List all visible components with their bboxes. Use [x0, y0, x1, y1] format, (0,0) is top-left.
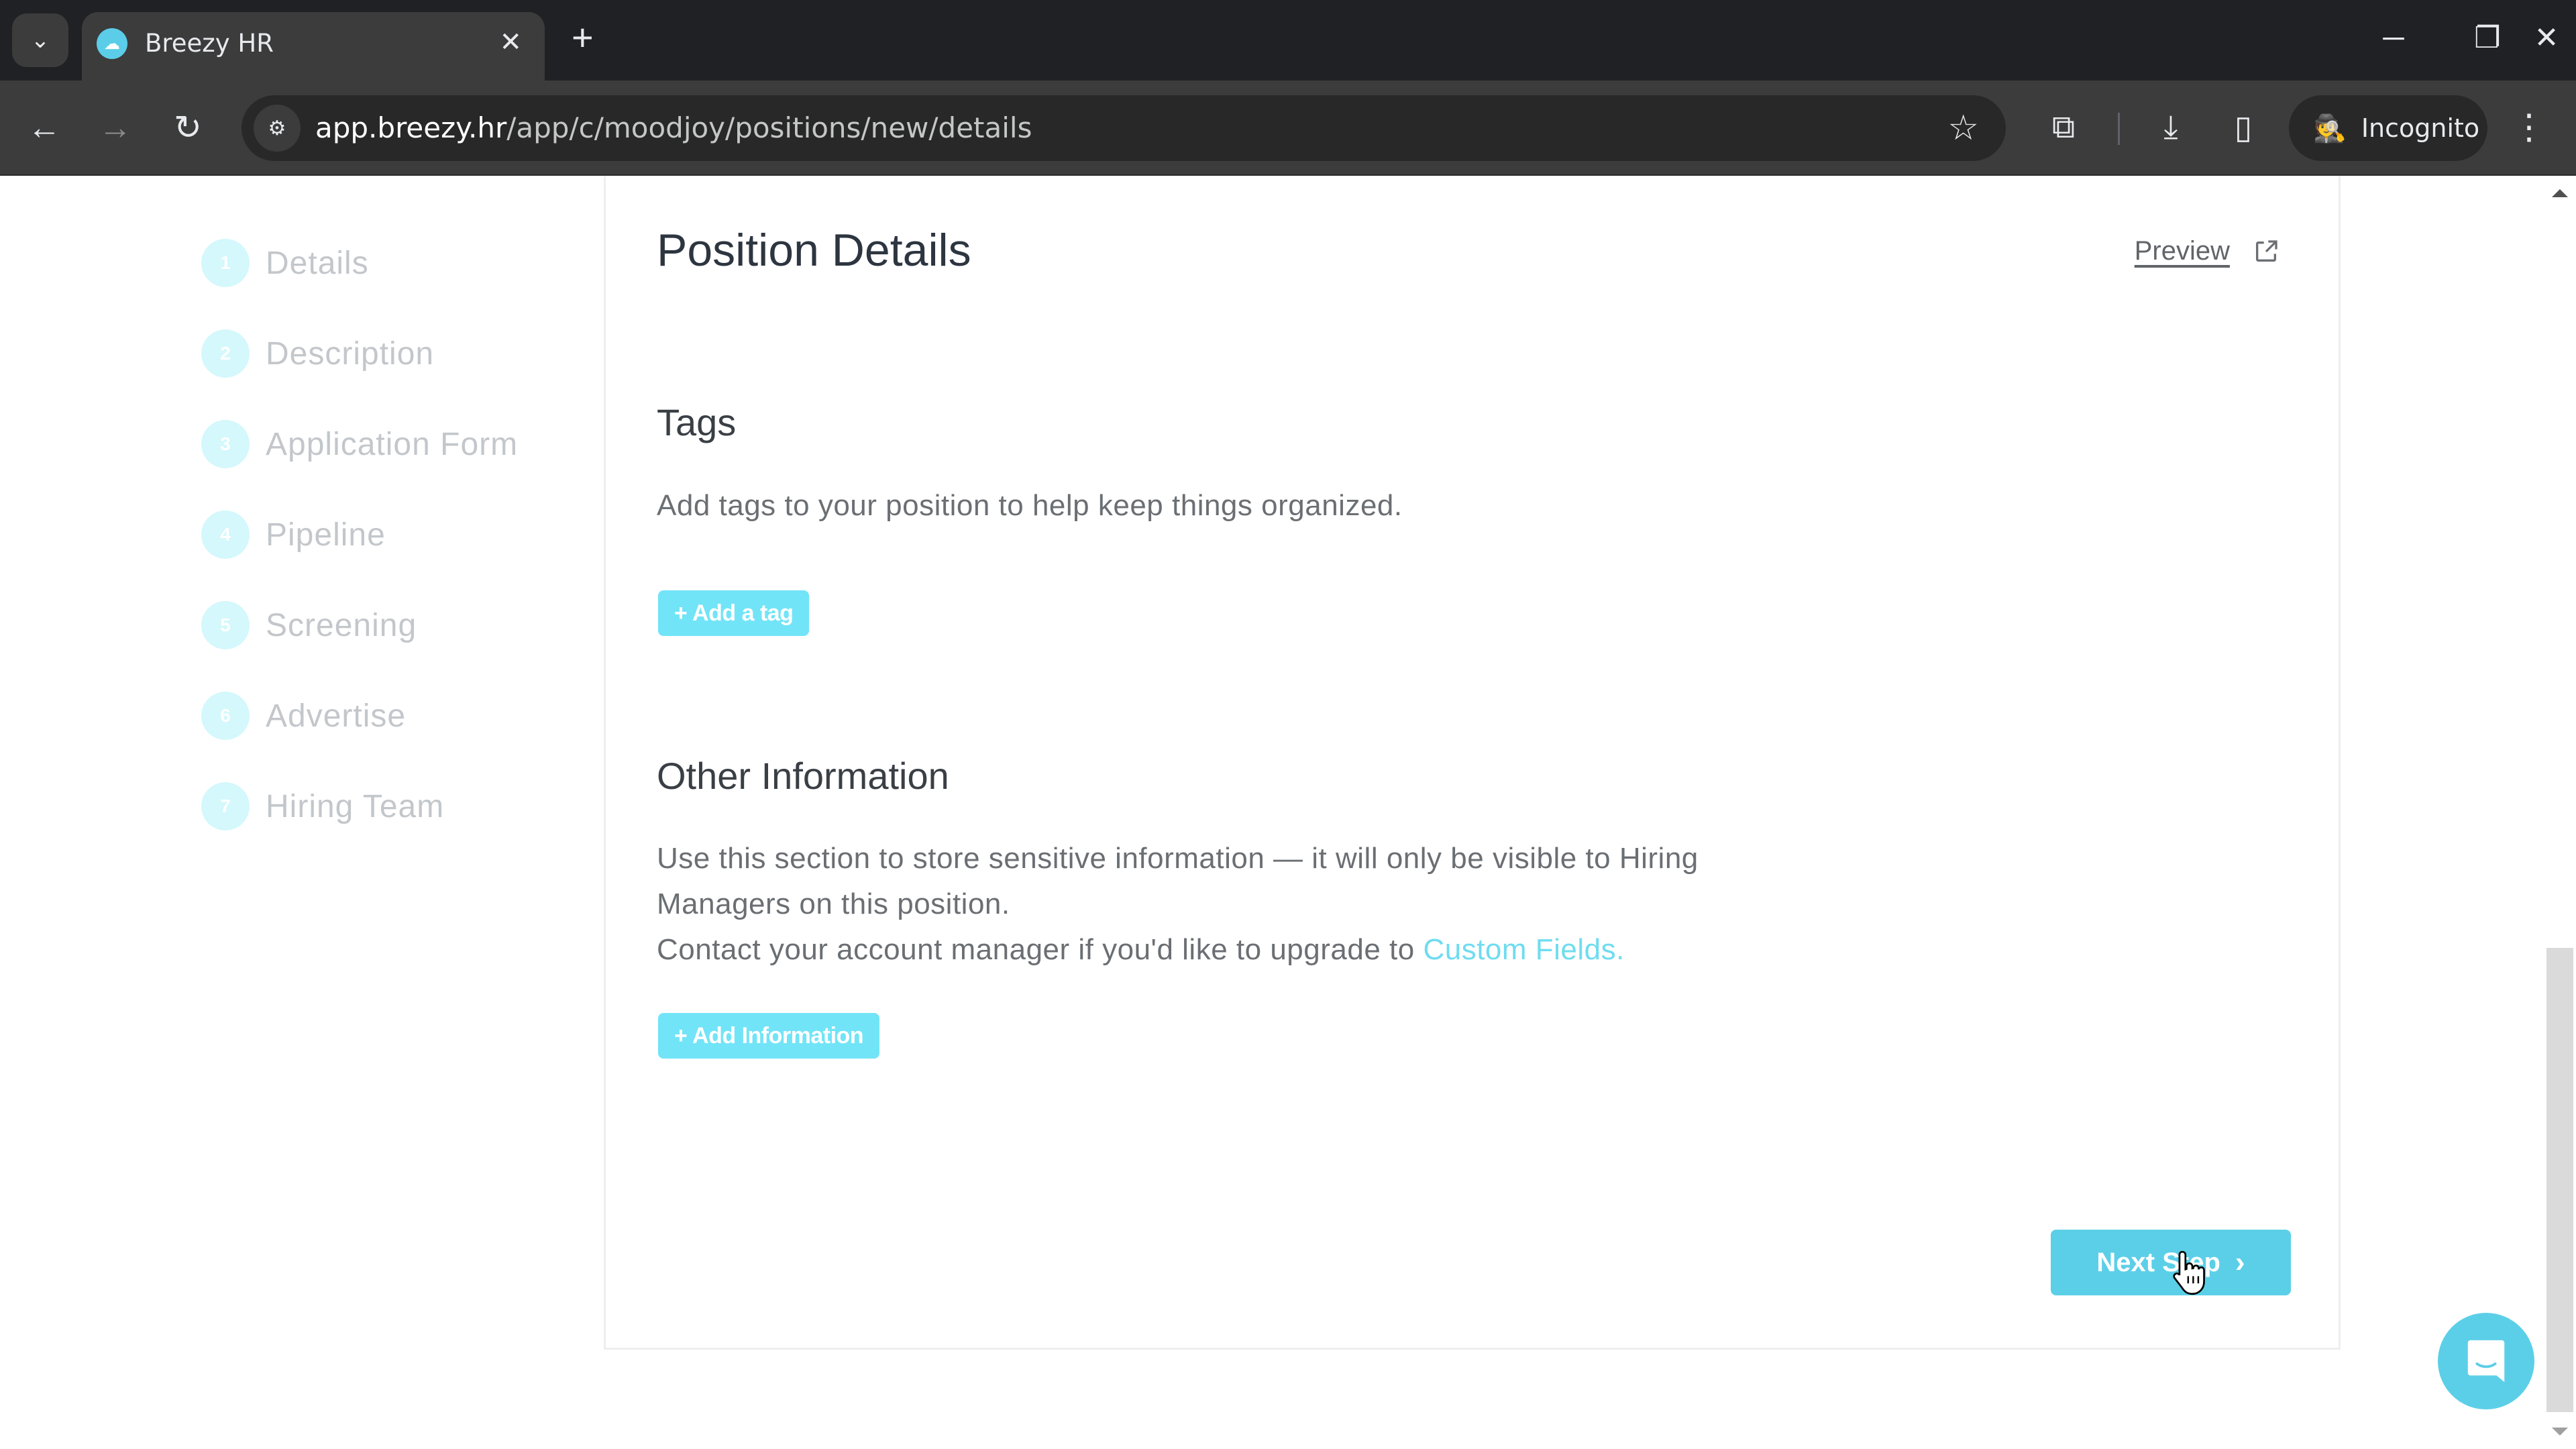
step-number: 1: [201, 239, 250, 287]
scroll-down-arrow-icon[interactable]: [2552, 1428, 2568, 1436]
forward-button[interactable]: →: [89, 101, 142, 154]
other-info-line-1: Use this section to store sensitive info…: [657, 842, 1699, 875]
browser-toolbar: ← → ↻ ⚙ app.breezy.hr/app/c/moodjoy/posi…: [0, 80, 2576, 176]
reload-button[interactable]: ↻: [161, 101, 215, 154]
url-text[interactable]: app.breezy.hr/app/c/moodjoy/positions/ne…: [315, 111, 1032, 145]
page-content: 1 Details 2 Description 3 Application Fo…: [0, 176, 2542, 1449]
new-tab-button[interactable]: +: [572, 17, 594, 58]
other-info-heading: Other Information: [657, 755, 949, 797]
back-button[interactable]: ←: [17, 101, 71, 154]
url-path: /app/c/moodjoy/positions/new/details: [506, 111, 1032, 144]
breezy-cloud-icon: ☁: [97, 28, 127, 59]
step-label: Details: [266, 245, 369, 281]
custom-fields-link[interactable]: Custom Fields.: [1423, 933, 1624, 966]
arrow-right-icon: →: [99, 109, 132, 146]
step-label: Application Form: [266, 426, 519, 462]
reload-icon: ↻: [174, 109, 202, 146]
browser-menu-button[interactable]: ⋮: [2509, 101, 2549, 154]
position-details-card: Position Details Preview Tags Add tags t…: [604, 176, 2341, 1350]
chat-widget-button[interactable]: [2438, 1313, 2534, 1409]
upgrade-text: Contact your account manager if you'd li…: [657, 933, 1424, 966]
close-tab-button[interactable]: ✕: [499, 27, 522, 58]
chevron-down-icon: ⌄: [30, 28, 50, 53]
arrow-left-icon: ←: [28, 109, 61, 146]
step-advertise[interactable]: 6 Advertise: [201, 689, 406, 743]
step-label: Pipeline: [266, 517, 386, 553]
add-information-button[interactable]: + Add Information: [658, 1013, 880, 1059]
step-label: Description: [266, 335, 435, 372]
tags-heading: Tags: [657, 401, 737, 443]
step-hiring-team[interactable]: 7 Hiring Team: [201, 780, 444, 833]
step-label: Advertise: [266, 698, 407, 734]
incognito-badge[interactable]: 🕵 Incognito: [2289, 95, 2487, 161]
side-panel-icon: ▯: [2234, 110, 2253, 146]
close-window-icon[interactable]: ✕: [2526, 15, 2567, 62]
add-tag-button[interactable]: + Add a tag: [658, 590, 810, 636]
step-number: 7: [201, 782, 250, 830]
step-description[interactable]: 2 Description: [201, 327, 434, 380]
tab-search-button[interactable]: ⌄: [12, 13, 68, 67]
site-info-button[interactable]: ⚙: [254, 105, 301, 152]
url-host: app.breezy.hr: [315, 111, 507, 144]
tags-description: Add tags to your position to help keep t…: [657, 489, 1403, 522]
browser-tab-bar: ⌄ ☁ Breezy HR ✕ + ─ ❐ ✕: [0, 0, 2576, 80]
extensions-button[interactable]: ⧉: [2037, 99, 2090, 156]
other-info-line-2: Managers on this position.: [657, 888, 1010, 920]
preview-link[interactable]: Preview: [2135, 236, 2279, 266]
preview-label: Preview: [2134, 236, 2230, 266]
side-panel-button[interactable]: ▯: [2216, 99, 2270, 156]
step-label: Hiring Team: [266, 788, 445, 824]
step-number: 2: [201, 329, 250, 378]
step-number: 6: [201, 692, 250, 740]
incognito-label: Incognito: [2361, 113, 2480, 143]
minimize-icon[interactable]: ─: [2367, 15, 2420, 62]
kebab-menu-icon: ⋮: [2512, 108, 2546, 147]
hand-pointer-cursor-icon: [2173, 1250, 2205, 1295]
address-bar[interactable]: ⚙ app.breezy.hr/app/c/moodjoy/positions/…: [241, 95, 2006, 161]
step-number: 4: [201, 511, 250, 559]
incognito-icon: 🕵: [2313, 113, 2347, 144]
tune-icon: ⚙: [268, 117, 286, 140]
page-title: Position Details: [657, 225, 971, 276]
scrollbar-thumb[interactable]: [2546, 948, 2573, 1412]
step-screening[interactable]: 5 Screening: [201, 598, 417, 652]
download-icon: ⤓: [2163, 109, 2178, 145]
external-link-icon: [2256, 239, 2277, 262]
step-number: 5: [201, 601, 250, 649]
step-label: Screening: [266, 607, 417, 643]
browser-tab[interactable]: ☁ Breezy HR ✕: [82, 12, 545, 80]
bookmark-star-icon[interactable]: ☆: [1947, 109, 1979, 148]
step-details[interactable]: 1 Details: [201, 236, 369, 290]
step-application-form[interactable]: 3 Application Form: [201, 417, 518, 471]
chevron-right-icon: ›: [2235, 1246, 2245, 1279]
scroll-up-arrow-icon[interactable]: [2552, 189, 2568, 197]
restore-icon[interactable]: ❐: [2461, 15, 2514, 62]
chat-bubble-icon: [2467, 1340, 2505, 1383]
puzzle-icon: ⧉: [2051, 109, 2076, 145]
toolbar-divider: [2118, 113, 2120, 145]
step-number: 3: [201, 420, 250, 468]
downloads-button[interactable]: ⤓: [2144, 99, 2198, 156]
other-info-line-3: Contact your account manager if you'd li…: [657, 927, 1625, 973]
step-pipeline[interactable]: 4 Pipeline: [201, 508, 386, 561]
tab-title: Breezy HR: [145, 29, 274, 58]
